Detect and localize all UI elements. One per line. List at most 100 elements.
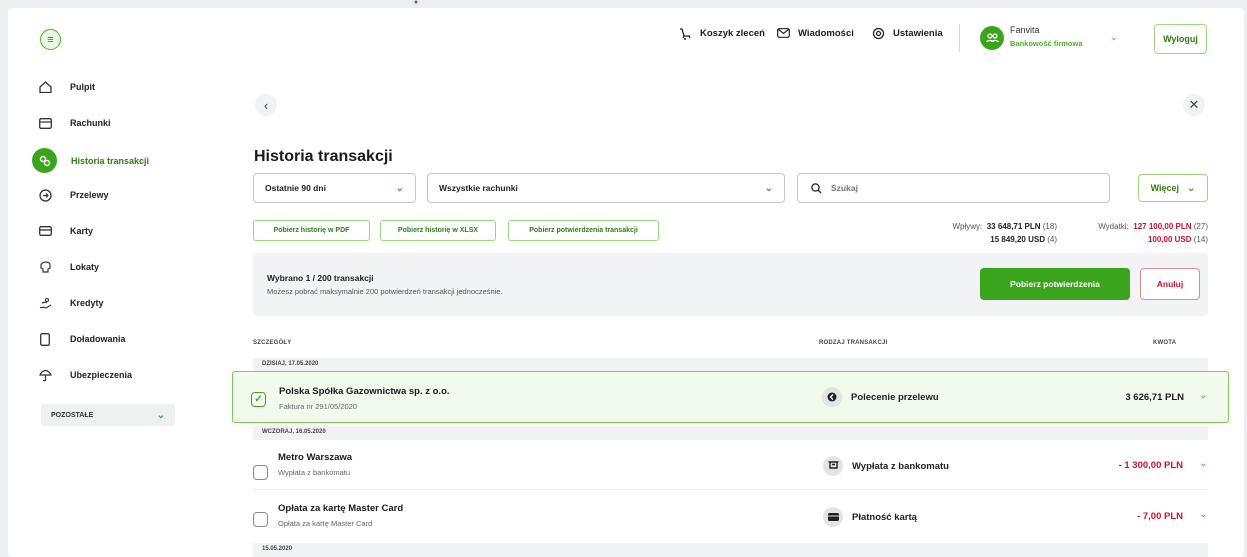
download-confirmations-button[interactable]: Pobierz potwierdzenia transakcji	[508, 220, 659, 241]
row-type: Płatność kartą	[823, 507, 917, 527]
user-name: Fanvita	[1010, 25, 1040, 35]
accounts-value: Wszystkie rachunki	[439, 183, 518, 193]
row-checkbox[interactable]: ✓	[251, 392, 266, 407]
outflows-pln-count: (27)	[1193, 222, 1208, 231]
sidebar-item-pulpit[interactable]: Pulpit	[34, 76, 95, 98]
inflows-pln: 33 648,71 PLN	[986, 222, 1041, 231]
row-subtitle: Wypłata z bankomatu	[278, 468, 351, 477]
inflows-summary: Wpływy: 33 648,71 PLN (18) 15 849,20 USD…	[903, 222, 1057, 244]
messages-label: Wiadomości	[798, 27, 854, 39]
sidebar-item-label: Doładowania	[70, 334, 126, 344]
sidebar-item-label: Przelewy	[70, 190, 109, 200]
chevron-down-icon: ⌄	[1187, 182, 1196, 194]
download-pdf-button[interactable]: Pobierz historię w PDF	[253, 220, 370, 241]
sidebar-item-przelewy[interactable]: Przelewy	[34, 184, 109, 206]
home-icon	[34, 76, 56, 98]
sidebar-item-historia[interactable]: Historia transakcji	[32, 148, 149, 173]
inflows-pln-count: (18)	[1042, 222, 1057, 231]
row-amount: - 1 300,00 PLN	[1118, 460, 1183, 471]
check-icon: ✓	[254, 394, 263, 405]
sidebar-item-label: Pulpit	[70, 82, 95, 92]
sidebar-item-label: Rachunki	[70, 118, 111, 128]
cart-label: Koszyk zleceń	[700, 27, 765, 39]
selection-title: Wybrano 1 / 200 transakcji	[267, 273, 374, 283]
outflows-pln: 127 100,00 PLN	[1133, 222, 1192, 231]
download-confirmations-primary-button[interactable]: Pobierz potwierdzenia	[980, 268, 1130, 300]
row-title: Opłata za kartę Master Card	[278, 503, 404, 514]
sidebar-item-label: Kredyty	[70, 298, 104, 308]
column-header-type: RODZAJ TRANSAKCJI	[819, 340, 888, 346]
wallet-icon	[34, 112, 56, 134]
card-icon	[823, 507, 843, 527]
sidebar-item-karty[interactable]: Karty	[34, 220, 93, 242]
row-amount: - 7,00 PLN	[1137, 511, 1183, 522]
sidebar-item-lokaty[interactable]: Lokaty	[34, 256, 99, 278]
messages-button[interactable]: Wiadomości	[776, 26, 854, 40]
outflows-summary: Wydatki: 127 100,00 PLN (27) 100,00 USD …	[1068, 222, 1208, 244]
main-content: ‹ ✕ Historia transakcji Ostatnie 90 dni …	[213, 68, 1244, 557]
user-company-type: Bankowość firmowa	[1010, 39, 1083, 48]
column-header-amount: KWOTA	[1153, 340, 1177, 346]
sidebar-item-label: Karty	[70, 226, 94, 236]
date-group-header: WCZORAJ, 16.05.2020	[253, 426, 1208, 440]
atm-icon	[823, 456, 843, 476]
search-field[interactable]	[797, 173, 1110, 203]
more-label: Więcej	[1150, 183, 1180, 193]
sidebar-item-doladowania[interactable]: Doładowania	[34, 328, 126, 350]
inflows-label: Wpływy:	[952, 222, 983, 231]
transfer-icon	[34, 184, 56, 206]
close-icon: ✕	[1188, 97, 1200, 112]
menu-icon[interactable]: ≡	[40, 29, 61, 50]
sidebar: Pulpit Rachunki Historia transakcji Prze…	[8, 68, 213, 557]
row-subtitle: Faktura nr 291/05/2020	[279, 402, 357, 411]
row-title: Metro Warszawa	[278, 452, 353, 463]
row-checkbox[interactable]	[253, 512, 268, 527]
envelope-icon	[776, 26, 790, 40]
more-filters-button[interactable]: Więcej ⌄	[1138, 174, 1208, 202]
outflows-label: Wydatki:	[1098, 222, 1129, 231]
table-row[interactable]: ✓ Polska Spółka Gazownictwa sp. z o.o. F…	[232, 371, 1229, 423]
inflows-usd-count: (4)	[1047, 235, 1057, 244]
date-group-header: DZISIAJ, 17.05.2020	[253, 358, 1208, 372]
download-xlsx-button[interactable]: Pobierz historię w XLSX	[380, 220, 496, 241]
table-row[interactable]: Opłata za kartę Master Card Opłata za ka…	[253, 489, 1208, 535]
settings-label: Ustawienia	[893, 27, 943, 39]
card-icon	[34, 220, 56, 242]
row-amount: 3 626,71 PLN	[1125, 392, 1184, 403]
accounts-select[interactable]: Wszystkie rachunki ⌄	[427, 173, 785, 203]
row-checkbox[interactable]	[253, 465, 268, 480]
umbrella-icon	[34, 364, 56, 386]
chevron-down-icon[interactable]: ⌄	[1199, 458, 1207, 469]
chevron-down-icon[interactable]: ⌄	[1199, 509, 1207, 520]
history-icon	[32, 148, 57, 173]
sidebar-other-toggle[interactable]: POZOSTAŁE ⌄	[41, 404, 175, 426]
period-value: Ostatnie 90 dni	[265, 183, 326, 193]
period-select[interactable]: Ostatnie 90 dni ⌄	[253, 173, 416, 203]
logout-button[interactable]: Wyloguj	[1154, 24, 1207, 54]
sidebar-item-kredyty[interactable]: Kredyty	[34, 292, 104, 314]
cart-button[interactable]: Koszyk zleceń	[678, 26, 765, 40]
loan-icon	[34, 292, 56, 314]
gear-icon	[871, 26, 885, 40]
settings-button[interactable]: Ustawienia	[871, 26, 943, 40]
back-button[interactable]: ‹	[255, 94, 277, 116]
cancel-button[interactable]: Anuluj	[1140, 268, 1200, 300]
row-type: Polecenie przelewu	[822, 387, 939, 407]
chevron-down-icon[interactable]: ⌄	[1110, 32, 1118, 43]
sidebar-item-ubezpieczenia[interactable]: Ubezpieczenia	[34, 364, 132, 386]
inflows-usd: 15 849,20 USD	[990, 235, 1045, 244]
sidebar-item-label: Lokaty	[70, 262, 100, 272]
avatar[interactable]	[980, 26, 1004, 50]
sidebar-item-label: Ubezpieczenia	[70, 370, 133, 380]
close-button[interactable]: ✕	[1183, 94, 1205, 116]
row-type: Wypłata z bankomatu	[823, 456, 949, 476]
sidebar-item-rachunki[interactable]: Rachunki	[34, 112, 111, 134]
divider	[959, 24, 960, 52]
chevron-down-icon[interactable]: ⌄	[1199, 390, 1207, 401]
table-row[interactable]: Metro Warszawa Wypłata z bankomatu Wypła…	[253, 443, 1208, 489]
row-subtitle: Opłata za kartę Master Card	[278, 519, 373, 528]
column-header-details: SZCZEGÓŁY	[253, 340, 292, 346]
app-window: ≡ Koszyk zleceń Wiadomości Ustawienia Fa…	[8, 8, 1244, 557]
search-input[interactable]	[831, 183, 1081, 193]
outflows-usd-count: (14)	[1193, 235, 1208, 244]
